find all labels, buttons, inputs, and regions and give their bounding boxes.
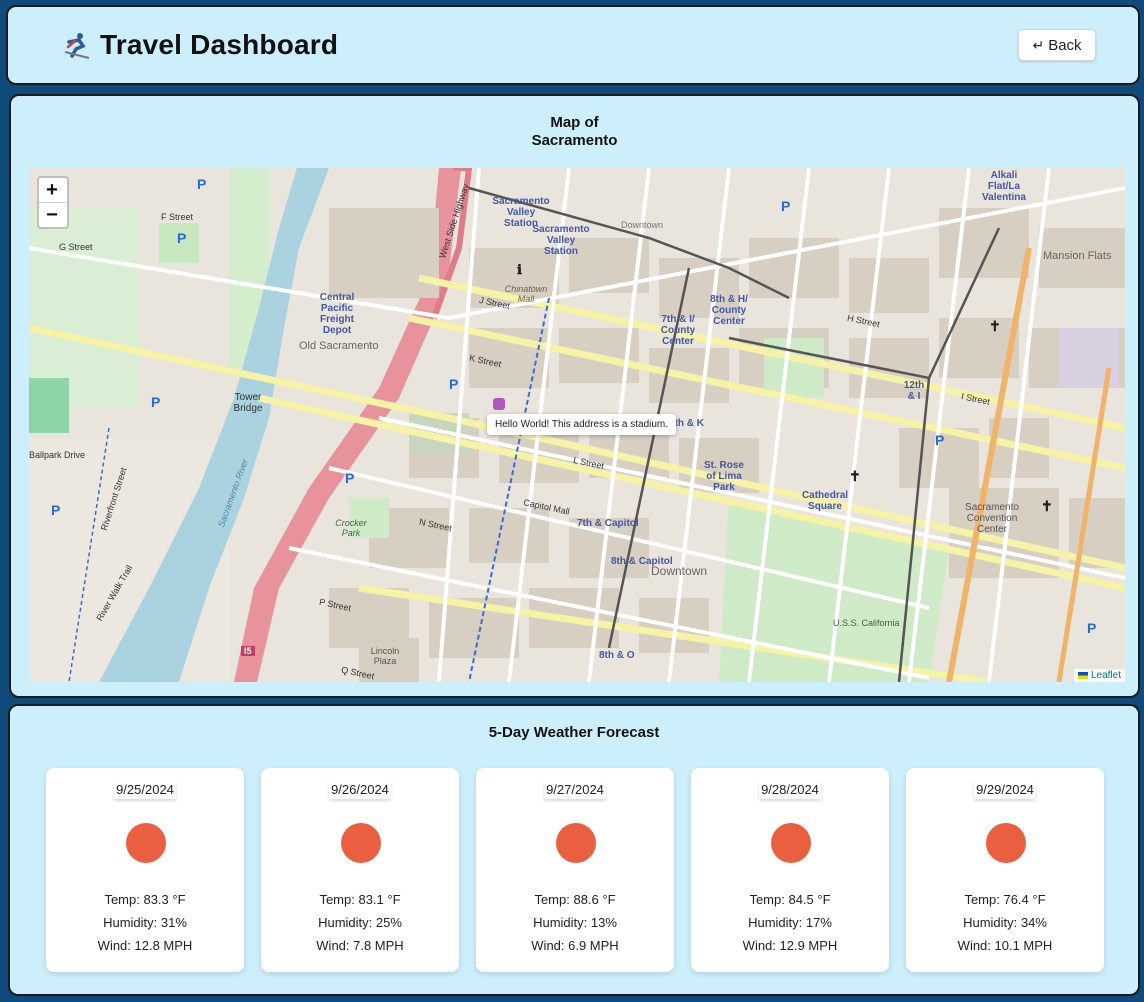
parking-icon: P [197, 176, 207, 192]
back-button-label: Back [1048, 36, 1082, 54]
forecast-temp: Temp: 88.6 °F [534, 892, 616, 907]
parking-icon: P [51, 502, 61, 518]
map-label: U.S.S. California [833, 618, 900, 628]
map-label: Alkali Flat/La Valentina [982, 170, 1026, 203]
church-icon: ✝ [989, 318, 1001, 334]
ukraine-flag-icon [1077, 672, 1088, 679]
map-label: Old Sacramento [299, 340, 379, 352]
map-label: 8th & H/ County Center [710, 294, 748, 327]
forecast-card: 9/27/2024 Temp: 88.6 °F Humidity: 13% Wi… [476, 768, 674, 972]
back-button[interactable]: ↵ Back [1018, 29, 1096, 61]
page-title: Travel Dashboard [100, 29, 339, 60]
zoom-out-button[interactable]: − [39, 202, 65, 227]
map-label: 7th & Capitol [577, 518, 639, 529]
forecast-cards: 9/25/2024 Temp: 83.3 °F Humidity: 31% Wi… [46, 768, 1104, 972]
map-label: 8th & O [599, 650, 635, 661]
forecast-date: 9/26/2024 [331, 782, 389, 797]
sun-icon [986, 823, 1026, 863]
forecast-humidity: Humidity: 13% [533, 915, 617, 930]
location-pin-icon [493, 398, 505, 410]
church-icon: ✝ [849, 468, 861, 484]
header-panel: Travel Dashboard ↵ Back [6, 5, 1140, 85]
parking-icon: P [449, 376, 459, 392]
sun-icon [771, 823, 811, 863]
forecast-card: 9/25/2024 Temp: 83.3 °F Humidity: 31% Wi… [46, 768, 244, 972]
leaflet-link[interactable]: Leaflet [1091, 670, 1121, 681]
parking-icon: P [177, 230, 187, 246]
map-label: Ballpark Drive [29, 450, 86, 460]
parking-icon: P [935, 432, 945, 448]
forecast-wind: Wind: 12.9 MPH [742, 938, 838, 953]
parking-icon: P [781, 198, 791, 214]
zoom-in-button[interactable]: + [39, 178, 65, 202]
map-label: St. Rose of Lima Park [703, 460, 744, 493]
forecast-card: 9/26/2024 Temp: 83.1 °F Humidity: 25% Wi… [261, 768, 459, 972]
forecast-humidity: Humidity: 25% [318, 915, 402, 930]
map-label: 12th & I [903, 380, 925, 402]
map-label: Crocker Park [335, 518, 367, 538]
forecast-temp: Temp: 84.5 °F [749, 892, 831, 907]
forecast-card: 9/28/2024 Temp: 84.5 °F Humidity: 17% Wi… [691, 768, 889, 972]
parking-icon: P [1087, 620, 1097, 636]
map-label: Downtown [621, 220, 664, 230]
map-label: Lincoln Plaza [370, 646, 400, 666]
map-label: G Street [59, 242, 93, 252]
map-label: Tower Bridge [233, 392, 263, 414]
weather-panel: 5-Day Weather Forecast 9/25/2024 Temp: 8… [8, 704, 1140, 996]
forecast-wind: Wind: 10.1 MPH [957, 938, 1053, 953]
parking-icon: P [345, 470, 355, 486]
forecast-humidity: Humidity: 34% [963, 915, 1047, 930]
map-label: Sacramento Valley Station [532, 224, 590, 257]
map-label: F Street [161, 212, 194, 222]
sun-icon [556, 823, 596, 863]
map-label: Mansion Flats [1043, 250, 1112, 262]
forecast-date: 9/27/2024 [546, 782, 604, 797]
sun-icon [341, 823, 381, 863]
map-panel: Map of Sacramento Sacramento Valley Stat… [9, 94, 1140, 698]
sun-icon [126, 823, 166, 863]
forecast-wind: Wind: 12.8 MPH [97, 938, 193, 953]
return-arrow-icon: ↵ [1032, 36, 1045, 53]
church-icon: ✝ [1041, 498, 1053, 514]
app-title: Travel Dashboard [62, 29, 338, 61]
forecast-wind: Wind: 7.8 MPH [316, 938, 404, 953]
zoom-control: + − [37, 176, 69, 229]
map-label: Cathedral Square [801, 490, 849, 512]
map-label: Sacramento Convention Center [965, 502, 1019, 535]
skier-icon [64, 33, 90, 59]
forecast-temp: Temp: 83.3 °F [104, 892, 186, 907]
parking-icon: P [151, 394, 161, 410]
map-label: Central Pacific Freight Depot [319, 292, 355, 336]
map-label: Downtown [651, 564, 708, 578]
forecast-wind: Wind: 6.9 MPH [531, 938, 619, 953]
forecast-date: 9/28/2024 [761, 782, 819, 797]
map-label: 7th & I/ County Center [660, 314, 696, 347]
map-label: I5 [241, 646, 255, 656]
forecast-humidity: Humidity: 17% [748, 915, 832, 930]
map-attribution[interactable]: Leaflet [1073, 669, 1125, 682]
map-popup: Hello World! This address is a stadium. [487, 414, 677, 435]
forecast-temp: Temp: 83.1 °F [319, 892, 401, 907]
info-icon: ℹ [517, 262, 522, 277]
forecast-humidity: Humidity: 31% [103, 915, 187, 930]
forecast-card: 9/29/2024 Temp: 76.4 °F Humidity: 34% Wi… [906, 768, 1104, 972]
forecast-date: 9/25/2024 [116, 782, 174, 797]
map-title: Map of Sacramento [531, 114, 618, 149]
map-view[interactable]: Sacramento Valley Station Sacramento Val… [29, 168, 1125, 682]
weather-title: 5-Day Weather Forecast [488, 724, 660, 741]
forecast-date: 9/29/2024 [976, 782, 1034, 797]
forecast-temp: Temp: 76.4 °F [964, 892, 1046, 907]
